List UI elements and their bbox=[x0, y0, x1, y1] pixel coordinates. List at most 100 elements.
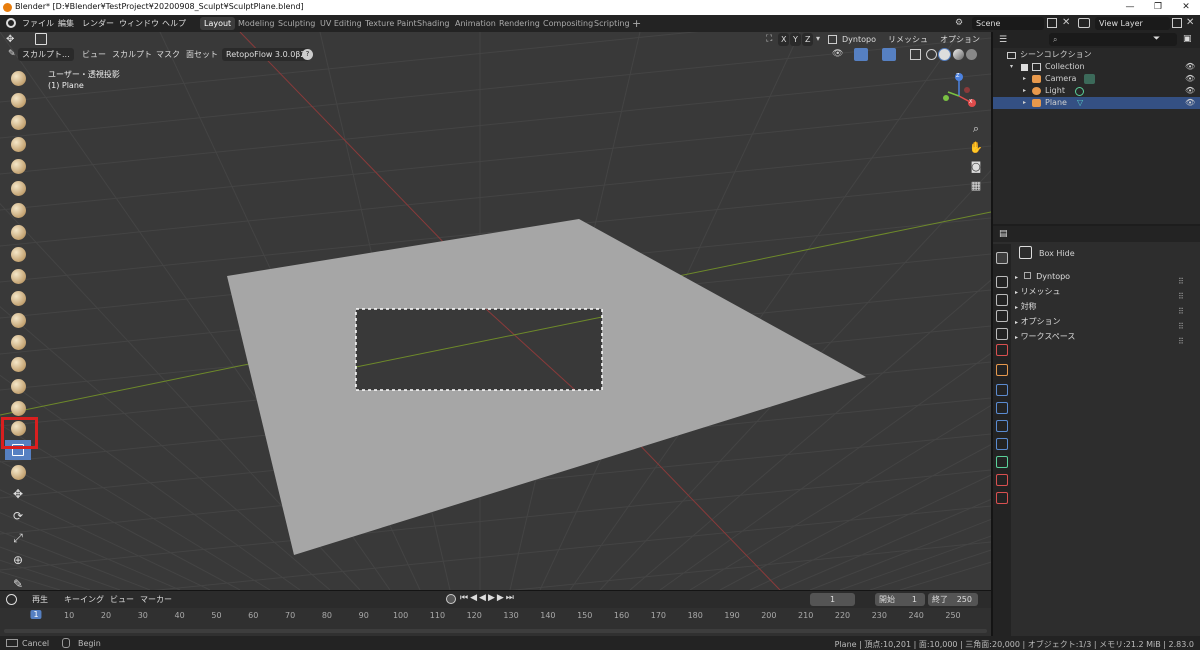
tool-crease-brush-icon[interactable] bbox=[5, 222, 31, 242]
tab-animation[interactable]: Animation bbox=[451, 17, 500, 30]
menu-face-sets[interactable]: 面セット bbox=[182, 48, 222, 61]
timeline-body[interactable]: 1 10 20 30 40 50 60 70 80 90 100 110 120 130 140 150 160… bbox=[0, 608, 991, 636]
playhead[interactable]: 1 bbox=[30, 610, 42, 619]
filter-icon[interactable]: ⏷ bbox=[1153, 34, 1160, 44]
rendered-shading-icon[interactable] bbox=[966, 49, 977, 60]
gizmo-toggle-icon[interactable] bbox=[854, 48, 868, 61]
output-tab-icon[interactable] bbox=[996, 294, 1008, 306]
menu-marker[interactable]: マーカー bbox=[136, 593, 176, 606]
overlay-toggle-icon[interactable] bbox=[882, 48, 896, 61]
dyntopo-enable-checkbox[interactable] bbox=[1023, 272, 1031, 279]
eye-icon[interactable]: 👁 bbox=[1185, 61, 1195, 73]
data-tab-icon[interactable] bbox=[996, 456, 1008, 468]
options-dropdown[interactable]: オプション bbox=[936, 33, 984, 46]
mode-selector[interactable]: スカルプト... bbox=[18, 48, 74, 61]
tool-smooth-brush-icon[interactable] bbox=[5, 244, 31, 264]
minimize-button[interactable]: — bbox=[1116, 0, 1144, 15]
outliner-item-camera[interactable]: ▸ Camera 👁 bbox=[993, 73, 1200, 85]
view-layer-selector[interactable]: View Layer bbox=[1095, 17, 1170, 30]
dyntopo-checkbox[interactable] bbox=[828, 35, 837, 44]
new-collection-icon[interactable]: ▣ bbox=[1183, 34, 1192, 44]
dyntopo-label[interactable]: Dyntopo bbox=[838, 33, 880, 46]
tab-uv-editing[interactable]: UV Editing bbox=[316, 17, 366, 30]
light-data-icon[interactable] bbox=[1075, 87, 1084, 96]
properties-editor-icon[interactable]: ▤ bbox=[999, 229, 1008, 239]
add-workspace-button[interactable]: + bbox=[628, 17, 645, 30]
checkbox-icon[interactable] bbox=[1021, 64, 1028, 71]
panel-dyntopo[interactable]: ▸ Dyntopo bbox=[1015, 270, 1195, 284]
xray-toggle-icon[interactable] bbox=[910, 49, 921, 60]
physics-tab-icon[interactable] bbox=[996, 420, 1008, 432]
eye-icon[interactable]: 👁 bbox=[1185, 73, 1195, 85]
tool-flatten-brush-icon[interactable] bbox=[5, 266, 31, 286]
expand-arrow-icon[interactable]: ▾ bbox=[1010, 61, 1013, 73]
menu-file[interactable]: ファイル bbox=[22, 18, 54, 29]
panel-options[interactable]: ▸ オプション bbox=[1015, 315, 1195, 329]
tool-blob-brush-icon[interactable] bbox=[5, 200, 31, 220]
world-tab-icon[interactable] bbox=[996, 344, 1008, 356]
menu-mask[interactable]: マスク bbox=[152, 48, 184, 61]
tool-layer-brush-icon[interactable] bbox=[5, 156, 31, 176]
perspective-grid-icon[interactable]: ▦ bbox=[967, 177, 985, 195]
panel-remesh[interactable]: ▸ リメッシュ bbox=[1015, 285, 1195, 299]
object-tab-icon[interactable] bbox=[996, 364, 1008, 376]
particles-tab-icon[interactable] bbox=[996, 402, 1008, 414]
symmetry-x-toggle[interactable]: X bbox=[778, 33, 790, 46]
tab-modeling[interactable]: Modeling bbox=[234, 17, 278, 30]
outliner-editor-icon[interactable]: ☰ bbox=[999, 35, 1007, 45]
symmetry-lock-icon[interactable]: ▾ bbox=[816, 34, 820, 43]
constraints-tab-icon[interactable] bbox=[996, 438, 1008, 450]
panel-drag-handles[interactable]: ⠿ ⠿ ⠿ ⠿ ⠿ bbox=[1178, 274, 1184, 349]
tab-texture-paint[interactable]: Texture Paint bbox=[361, 17, 421, 30]
current-frame-field[interactable]: 1 bbox=[810, 593, 855, 606]
tool-inflate-brush-icon[interactable] bbox=[5, 178, 31, 198]
outliner-item-plane[interactable]: ▸ Plane ▽ 👁 bbox=[993, 97, 1200, 109]
material-tab-icon[interactable] bbox=[996, 474, 1008, 486]
remove-view-layer-icon[interactable]: ✕ bbox=[1186, 17, 1194, 28]
tool-multiplane-scrape-brush-icon[interactable] bbox=[5, 332, 31, 352]
tool-elastic-deform-brush-icon[interactable] bbox=[5, 398, 31, 418]
symmetry-y-toggle[interactable]: Y bbox=[790, 33, 801, 46]
playback-controls[interactable]: ⏮◀◀▶▶⏭ bbox=[460, 593, 516, 603]
tool-draw-sharp-brush-icon[interactable] bbox=[5, 68, 31, 88]
zoom-icon[interactable]: ⌕ bbox=[967, 120, 985, 138]
camera-view-icon[interactable]: ◙ bbox=[967, 158, 985, 176]
tab-sculpting[interactable]: Sculpting bbox=[274, 17, 319, 30]
visibility-icon[interactable]: 👁 bbox=[832, 49, 843, 59]
timeline-scrollbar[interactable] bbox=[4, 629, 987, 633]
symmetry-z-toggle[interactable]: Z bbox=[802, 33, 814, 46]
tool-scrape-brush-icon[interactable] bbox=[5, 310, 31, 330]
camera-data-icon[interactable] bbox=[1084, 74, 1095, 84]
view-layer-tab-icon[interactable] bbox=[996, 310, 1008, 322]
outliner-collection[interactable]: ▾ Collection 👁 bbox=[993, 61, 1200, 73]
expand-arrow-icon[interactable]: ▸ bbox=[1023, 73, 1026, 85]
tool-clay-strips-brush-icon[interactable] bbox=[5, 112, 31, 132]
copy-scene-icon[interactable] bbox=[1047, 18, 1057, 28]
remove-scene-icon[interactable]: ✕ bbox=[1062, 17, 1070, 28]
blender-menu-icon[interactable] bbox=[6, 18, 16, 28]
scene-selector[interactable]: Scene bbox=[972, 17, 1044, 30]
tool-rotate-icon[interactable]: ⟳ bbox=[5, 506, 31, 526]
outliner-scene-collection[interactable]: シーンコレクション bbox=[993, 49, 1200, 61]
help-icon[interactable]: ? bbox=[302, 49, 313, 60]
close-button[interactable]: ✕ bbox=[1172, 0, 1200, 15]
tool-annotate-icon[interactable]: ✎ bbox=[5, 574, 31, 590]
tab-rendering[interactable]: Rendering bbox=[495, 17, 544, 30]
tool-fill-brush-icon[interactable] bbox=[5, 288, 31, 308]
3d-viewport[interactable]: ✥ ✎ スカルプト... ビュー スカルプト マスク 面セット RetopoFl… bbox=[0, 32, 991, 590]
texture-tab-icon[interactable] bbox=[996, 492, 1008, 504]
menu-playback[interactable]: 再生 bbox=[28, 593, 52, 606]
tool-transform-icon[interactable]: ⊕ bbox=[5, 550, 31, 570]
pan-hand-icon[interactable]: ✋ bbox=[967, 139, 985, 157]
tool-pinch-brush-icon[interactable] bbox=[5, 354, 31, 374]
end-frame-field[interactable]: 終了 250 bbox=[928, 593, 978, 606]
mesh-data-icon[interactable]: ▽ bbox=[1077, 97, 1083, 109]
menu-help[interactable]: ヘルプ bbox=[162, 18, 186, 29]
copy-view-layer-icon[interactable] bbox=[1172, 18, 1182, 28]
retopoflow-button[interactable]: RetopoFlow 3.0.0β2 bbox=[222, 48, 310, 61]
active-tool-icon[interactable] bbox=[35, 33, 47, 45]
timeline-editor-icon[interactable] bbox=[6, 594, 17, 605]
tool-tab-icon[interactable] bbox=[996, 252, 1008, 264]
tool-scale-icon[interactable]: ⤢ bbox=[5, 528, 31, 548]
navigation-gizmo[interactable]: X Z bbox=[934, 72, 980, 118]
